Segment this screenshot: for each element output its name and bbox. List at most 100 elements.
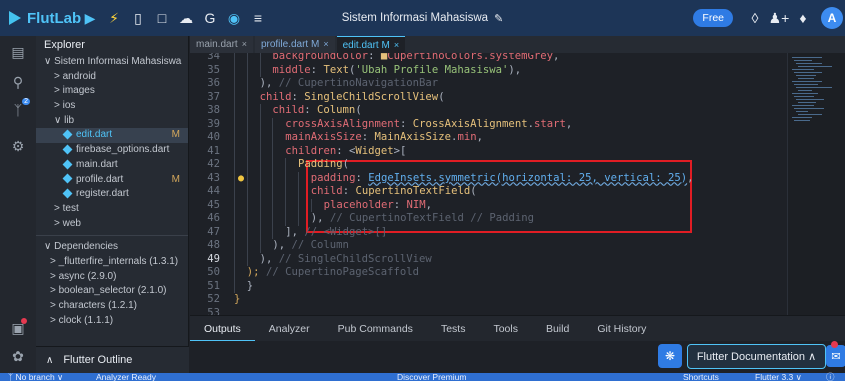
- code-line[interactable]: 52}: [190, 293, 787, 307]
- dart-file-icon: [62, 129, 73, 140]
- code-line[interactable]: 46), // CupertinoTextField // Padding: [190, 212, 787, 226]
- code-line[interactable]: 53: [190, 307, 787, 316]
- code-line[interactable]: 41 children: <Widget>[: [190, 144, 787, 158]
- cloud-icon[interactable]: ☁: [174, 6, 198, 30]
- settings-icon[interactable]: ◉: [222, 6, 246, 30]
- code-line[interactable]: 49), // SingleChildScrollView: [190, 252, 787, 266]
- save-icon[interactable]: □: [150, 6, 174, 30]
- device-preview-icon[interactable]: ▣: [0, 314, 36, 342]
- dependency-item[interactable]: > _flutterfire_internals (1.3.1): [36, 255, 188, 270]
- dependency-item[interactable]: > clock (1.1.1): [36, 314, 188, 329]
- source-control-icon[interactable]: ᛉ2: [0, 96, 36, 124]
- close-icon[interactable]: ×: [323, 39, 328, 49]
- code-line[interactable]: 43 padding: EdgeInsets.symmetric(horizont…: [190, 171, 787, 186]
- code-editor[interactable]: 34 backgroundColor: ■CupertinoColors.syst…: [190, 53, 787, 315]
- close-icon[interactable]: ×: [242, 39, 247, 49]
- panel-tab-pub-commands[interactable]: Pub Commands: [324, 316, 427, 342]
- tree-item-profile-dart[interactable]: profile.dart M: [36, 173, 188, 188]
- ai-assistant-icon[interactable]: ❋: [658, 344, 682, 368]
- plan-badge[interactable]: Free: [693, 9, 733, 27]
- code-line[interactable]: 39 crossAxisAlignment: CrossAxisAlignment…: [190, 117, 787, 131]
- avatar[interactable]: A: [821, 7, 843, 29]
- flutter-documentation-button[interactable]: Flutter Documentation ∧: [687, 344, 826, 369]
- tree-item-edit-dart[interactable]: edit.dart M: [36, 128, 188, 144]
- code-line[interactable]: 37 child: SingleChildScrollView(: [190, 90, 787, 104]
- tab-label: main.dart: [196, 39, 238, 50]
- discover-premium-link[interactable]: Discover Premium: [397, 372, 466, 381]
- tree-item-firebase-options-dart[interactable]: firebase_options.dart: [36, 143, 188, 158]
- settings-gear-icon[interactable]: ⚙: [0, 132, 36, 160]
- code-line[interactable]: 38 child: Column(: [190, 104, 787, 118]
- lightbulb-icon[interactable]: ●: [238, 172, 244, 186]
- code-line[interactable]: 45 placeholder: NIM,: [190, 198, 787, 212]
- device-icon[interactable]: ▯: [126, 6, 150, 30]
- tree-item-label: edit.dart: [76, 129, 113, 141]
- tree-item-register-dart[interactable]: register.dart: [36, 187, 188, 202]
- chat-icon[interactable]: ✉: [826, 345, 845, 367]
- tree-item-images[interactable]: > images: [36, 84, 188, 99]
- file-tree: ∨ Sistem Informasi Mahasiswa > android > i…: [36, 55, 188, 231]
- indent-guide: [234, 63, 235, 77]
- close-icon[interactable]: ×: [394, 40, 399, 50]
- edit-icon[interactable]: ✎: [494, 12, 503, 25]
- indent-guide: [246, 198, 248, 212]
- panel-tab-analyzer[interactable]: Analyzer: [255, 316, 324, 342]
- tab-profile-dart[interactable]: profile.dart M ×: [254, 36, 335, 53]
- code-token: child: [259, 90, 292, 103]
- panel-tab-build[interactable]: Build: [532, 316, 583, 342]
- tab-main-dart[interactable]: main.dart ×: [190, 36, 253, 53]
- add-user-icon[interactable]: ♟+: [767, 6, 791, 30]
- files-icon[interactable]: ▤: [0, 38, 36, 66]
- dependencies-header[interactable]: ∨ Dependencies: [36, 240, 188, 255]
- dependency-item[interactable]: > boolean_selector (2.1.0): [36, 284, 188, 299]
- code-token: Widget: [355, 144, 394, 157]
- bell-icon[interactable]: ♦: [791, 6, 815, 30]
- shortcuts-link[interactable]: Shortcuts: [683, 372, 719, 381]
- panel-tab-tests[interactable]: Tests: [427, 316, 480, 342]
- tree-item-test[interactable]: > test: [36, 202, 188, 217]
- tab-edit-dart[interactable]: edit.dart M ×: [336, 36, 406, 53]
- tree-item-android[interactable]: > android: [36, 70, 188, 85]
- project-title[interactable]: Sistem Informasi Mahasiswa: [342, 12, 488, 24]
- flutter-outline-toggle[interactable]: ∧ Flutter Outline: [36, 346, 189, 373]
- code-line[interactable]: 48), // Column: [190, 239, 787, 253]
- menu-icon[interactable]: ≡: [246, 6, 270, 30]
- branch-selector[interactable]: ᛉ No branch ∨: [8, 372, 63, 381]
- hot-reload-icon[interactable]: ⚡: [102, 6, 126, 30]
- tree-item-web[interactable]: > web: [36, 217, 188, 232]
- code-line[interactable]: 42 Padding(: [190, 158, 787, 172]
- code-line[interactable]: 51}: [190, 279, 787, 293]
- code-token: Padding: [298, 158, 343, 170]
- code-line[interactable]: 36), // CupertinoNavigationBar: [190, 77, 787, 91]
- code-line[interactable]: 40 mainAxisSize: MainAxisSize.min,: [190, 131, 787, 145]
- panel-tab-git-history[interactable]: Git History: [583, 316, 660, 342]
- dependency-item[interactable]: > characters (1.2.1): [36, 299, 188, 314]
- tree-item-ios[interactable]: > ios: [36, 99, 188, 114]
- code-line[interactable]: 44 child: CupertinoTextField(: [190, 185, 787, 199]
- panel-tab-tools[interactable]: Tools: [479, 316, 532, 342]
- code-line[interactable]: 50); // CupertinoPageScaffold: [190, 266, 787, 280]
- indent-guide: [272, 117, 274, 131]
- tree-item-lib[interactable]: ∨ lib: [36, 114, 188, 129]
- help-icon[interactable]: ⓘ: [826, 372, 835, 381]
- dependency-item[interactable]: > async (2.9.0): [36, 270, 188, 285]
- run-icon[interactable]: ▶: [78, 6, 102, 30]
- panel-tab-outputs[interactable]: Outputs: [190, 316, 255, 342]
- flutter-version-selector[interactable]: Flutter 3.3 ∨: [755, 372, 802, 381]
- bug-icon[interactable]: ✿: [0, 342, 36, 370]
- code-text: ), // Column: [272, 239, 349, 253]
- indent-guide: [285, 198, 287, 212]
- layers-icon[interactable]: ◊: [743, 6, 767, 30]
- analyzer-status: Analyzer Ready: [96, 372, 157, 381]
- code-line[interactable]: 35 middle: Text('Ubah Profile Mahasiswa')…: [190, 63, 787, 77]
- code-line[interactable]: 47], // <Widget>[]: [190, 225, 787, 239]
- tree-item-main-dart[interactable]: main.dart: [36, 158, 188, 173]
- git-icon[interactable]: G: [198, 6, 222, 30]
- chevron-right-icon: >: [50, 255, 59, 267]
- search-icon[interactable]: ⚲: [0, 68, 36, 96]
- flutlab-logo[interactable]: FlutLab: [8, 10, 81, 27]
- tree-item-sistem-informasi-mahasiswa[interactable]: ∨ Sistem Informasi Mahasiswa: [36, 55, 188, 70]
- code-line[interactable]: 34 backgroundColor: ■CupertinoColors.syst…: [190, 53, 787, 64]
- minimap-line: [792, 93, 818, 94]
- minimap[interactable]: [787, 53, 845, 315]
